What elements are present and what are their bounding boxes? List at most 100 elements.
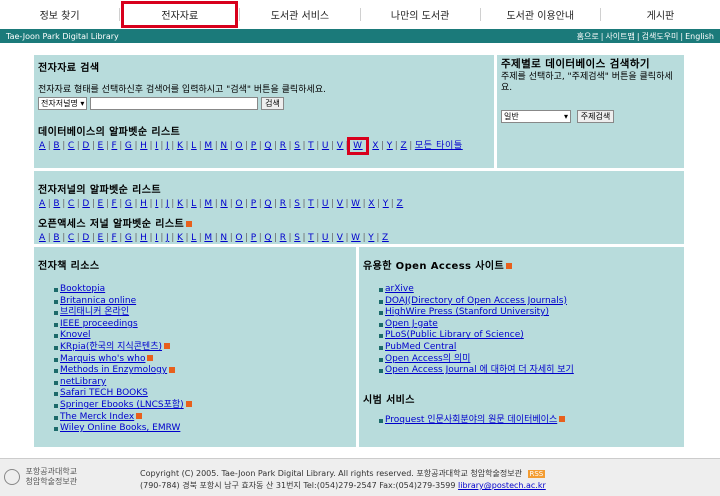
letter-link[interactable]: T [308, 141, 314, 151]
resource-link[interactable]: Marquis who's who [60, 354, 145, 364]
resource-link[interactable]: Open Access의 의미 [385, 354, 470, 364]
letter-link[interactable]: R [280, 233, 287, 243]
letter-link[interactable]: G [125, 141, 133, 151]
utility-link[interactable]: 홈으로 [577, 32, 599, 41]
rss-badge[interactable]: RSS [527, 470, 546, 478]
letter-link[interactable]: Q [264, 141, 272, 151]
letter-link[interactable]: S [294, 233, 300, 243]
letter-link[interactable]: Z [396, 199, 403, 209]
resource-link[interactable]: PLoS(Public Library of Science) [385, 330, 524, 340]
rss-icon[interactable] [506, 263, 513, 269]
letter-link[interactable]: I [155, 199, 158, 209]
resource-link[interactable]: Open Access Journal 에 대하여 더 자세히 보기 [385, 365, 574, 375]
letter-link[interactable]: M [204, 233, 212, 243]
utility-link[interactable]: English [685, 32, 714, 41]
letter-link[interactable]: X [372, 141, 379, 151]
letter-link[interactable]: M [204, 199, 212, 209]
letter-link[interactable]: P [251, 199, 257, 209]
letter-link[interactable]: K [177, 233, 184, 243]
resource-link[interactable]: HighWire Press (Stanford University) [385, 307, 549, 317]
resource-link[interactable]: The Merck Index [60, 412, 134, 422]
letter-link[interactable]: N [220, 233, 227, 243]
rss-icon[interactable] [559, 416, 566, 423]
all-titles-link[interactable]: 모든 타이틀 [415, 141, 463, 151]
letter-link[interactable]: V [337, 233, 344, 243]
letter-link[interactable]: O [235, 141, 243, 151]
resource-link[interactable]: Knovel [60, 330, 90, 340]
letter-link[interactable]: N [220, 199, 227, 209]
resource-type-select[interactable]: 전자저널명 ▾ [38, 97, 88, 110]
letter-link[interactable]: R [280, 199, 287, 209]
resource-link[interactable]: Wiley Online Books, EMRW [60, 423, 180, 433]
letter-link[interactable]: Q [264, 199, 272, 209]
letter-link[interactable]: W [351, 233, 361, 243]
letter-link[interactable]: O [235, 199, 243, 209]
letter-link[interactable]: T [308, 199, 314, 209]
letter-link[interactable]: L [191, 233, 197, 243]
letter-link[interactable]: I [155, 233, 158, 243]
letter-link[interactable]: Q [264, 233, 272, 243]
letter-link[interactable]: A [39, 233, 46, 243]
letter-link[interactable]: X [368, 199, 375, 209]
letter-link[interactable]: T [308, 233, 314, 243]
subject-search-button[interactable]: 주제검색 [576, 110, 615, 123]
rss-icon[interactable] [147, 355, 154, 362]
search-input[interactable] [90, 97, 259, 110]
utility-link[interactable]: 사이트맵 [605, 32, 634, 41]
letter-link[interactable]: P [251, 233, 257, 243]
letter-link[interactable]: R [280, 141, 287, 151]
letter-link[interactable]: Y [387, 141, 393, 151]
letter-link[interactable]: A [39, 199, 46, 209]
rss-icon[interactable] [186, 221, 193, 227]
letter-link[interactable]: C [68, 199, 75, 209]
letter-link[interactable]: L [191, 199, 197, 209]
letter-link[interactable]: Z [382, 233, 389, 243]
letter-link[interactable]: F [111, 199, 117, 209]
letter-link[interactable]: B [53, 199, 60, 209]
email-link[interactable]: library@postech.ac.kr [458, 481, 546, 490]
nav-item[interactable]: 정보 찾기 [0, 0, 119, 29]
letter-link[interactable]: Y [368, 233, 374, 243]
letter-link[interactable]: U [322, 141, 329, 151]
nav-item[interactable]: 도서관 서비스 [240, 0, 359, 29]
letter-link[interactable]: E [98, 233, 104, 243]
resource-link[interactable]: DOAJ(Directory of Open Access Journals) [385, 296, 567, 306]
letter-link[interactable]: P [251, 141, 257, 151]
letter-link[interactable]: M [204, 141, 212, 151]
letter-link[interactable]: J [166, 141, 169, 151]
nav-item[interactable]: 도서관 이용안내 [481, 0, 600, 29]
letter-link[interactable]: G [125, 199, 133, 209]
letter-link[interactable]: Y [383, 199, 389, 209]
letter-link[interactable]: W [351, 199, 361, 209]
nav-item[interactable]: 나만의 도서관 [361, 0, 480, 29]
resource-link[interactable]: PubMed Central [385, 342, 456, 352]
letter-link[interactable]: F [111, 233, 117, 243]
resource-link[interactable]: Safari TECH BOOKS [60, 388, 148, 398]
resource-link[interactable]: Methods in Enzymology [60, 365, 167, 375]
resource-link[interactable]: Springer Ebooks (LNCS포함) [60, 400, 184, 410]
letter-link[interactable]: C [68, 233, 75, 243]
letter-link[interactable]: D [82, 233, 90, 243]
search-button[interactable]: 검색 [261, 97, 284, 110]
utility-link[interactable]: 검색도우미 [642, 32, 679, 41]
letter-link[interactable]: V [337, 141, 344, 151]
letter-link[interactable]: K [177, 199, 184, 209]
subject-select[interactable]: 일반 ▾ [501, 110, 571, 123]
resource-link[interactable]: IEEE proceedings [60, 319, 138, 329]
rss-icon[interactable] [136, 413, 143, 420]
letter-link[interactable]: V [337, 199, 344, 209]
letter-link[interactable]: F [111, 141, 117, 151]
letter-link[interactable]: J [166, 199, 169, 209]
letter-link[interactable]: S [294, 141, 300, 151]
letter-link[interactable]: G [125, 233, 133, 243]
letter-link[interactable]: U [322, 233, 329, 243]
letter-link[interactable]: J [166, 233, 169, 243]
letter-link[interactable]: K [177, 141, 184, 151]
rss-icon[interactable] [169, 366, 176, 373]
letter-link[interactable]: Z [400, 141, 407, 151]
letter-link[interactable]: C [68, 141, 75, 151]
rss-icon[interactable] [185, 401, 192, 408]
letter-link[interactable]: L [191, 141, 197, 151]
letter-link[interactable]: B [53, 141, 60, 151]
resource-link[interactable]: Booktopia [60, 284, 105, 294]
